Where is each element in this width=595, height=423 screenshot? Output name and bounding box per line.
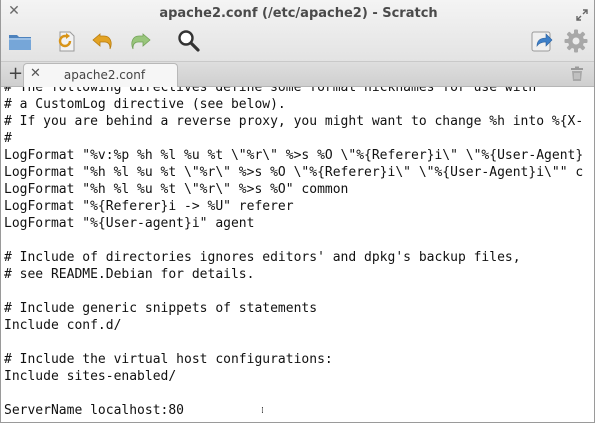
- code-line: #: [4, 131, 12, 146]
- code-line: LogFormat "%{Referer}i -> %U" referer: [4, 199, 294, 214]
- undo-icon: [92, 33, 112, 50]
- search-button[interactable]: [176, 28, 202, 54]
- new-tab-button[interactable]: +: [8, 63, 23, 85]
- open-button[interactable]: [7, 28, 33, 54]
- header-bar: ✕ apache2.conf (/etc/apache2) - Scratch: [1, 0, 594, 62]
- code-line: LogFormat "%v:%p %h %l %u %t \"%r\" %>s …: [4, 148, 584, 163]
- tab-apache2-conf[interactable]: ✕ apache2.conf: [23, 63, 178, 87]
- folder-icon: [9, 35, 31, 50]
- code-line: # see README.Debian for details.: [4, 267, 255, 282]
- window-title: apache2.conf (/etc/apache2) - Scratch: [159, 6, 438, 21]
- code-line: LogFormat "%{User-agent}i" agent: [4, 216, 255, 231]
- settings-button[interactable]: [563, 28, 589, 54]
- editor-lines: # The following directives define some f…: [4, 87, 583, 419]
- app-window: ✕ apache2.conf (/etc/apache2) - Scratch: [0, 0, 595, 423]
- code-line: # The following directives define some f…: [4, 87, 537, 95]
- mouse-cursor: ⁞: [261, 406, 265, 416]
- trash-button[interactable]: [570, 66, 584, 82]
- tab-label: apache2.conf: [63, 68, 146, 82]
- search-icon: [178, 30, 200, 52]
- redo-button[interactable]: [127, 28, 153, 54]
- code-line: # a CustomLog directive (see below).: [4, 97, 286, 112]
- revert-icon: [58, 31, 75, 52]
- code-line: LogFormat "%h %l %u %t \"%r\" %>s %O" co…: [4, 182, 349, 197]
- undo-button[interactable]: [90, 28, 116, 54]
- code-line: LogFormat "%h %l %u %t \"%r\" %>s %O \"%…: [4, 165, 584, 180]
- trash-icon: [571, 66, 583, 81]
- code-line: # If you are behind a reverse proxy, you…: [4, 114, 584, 129]
- revert-button[interactable]: [53, 28, 79, 54]
- code-line: # Include the virtual host configuration…: [4, 352, 333, 367]
- share-button[interactable]: [529, 28, 555, 54]
- code-line: # Include generic snippets of statements: [4, 301, 318, 316]
- maximize-icon: [576, 9, 588, 21]
- code-line: ServerName localhost:80: [4, 403, 185, 418]
- gear-icon: [564, 29, 588, 53]
- code-line: Include conf.d/: [4, 318, 122, 333]
- code-line: # Include of directories ignores editors…: [4, 250, 521, 265]
- code-line: Include sites-enabled/: [4, 369, 177, 384]
- redo-icon: [131, 33, 151, 50]
- maximize-button[interactable]: [576, 6, 588, 21]
- text-editor[interactable]: # The following directives define some f…: [1, 87, 594, 422]
- share-icon: [531, 31, 553, 52]
- tab-bar: + ✕ apache2.conf: [1, 62, 594, 87]
